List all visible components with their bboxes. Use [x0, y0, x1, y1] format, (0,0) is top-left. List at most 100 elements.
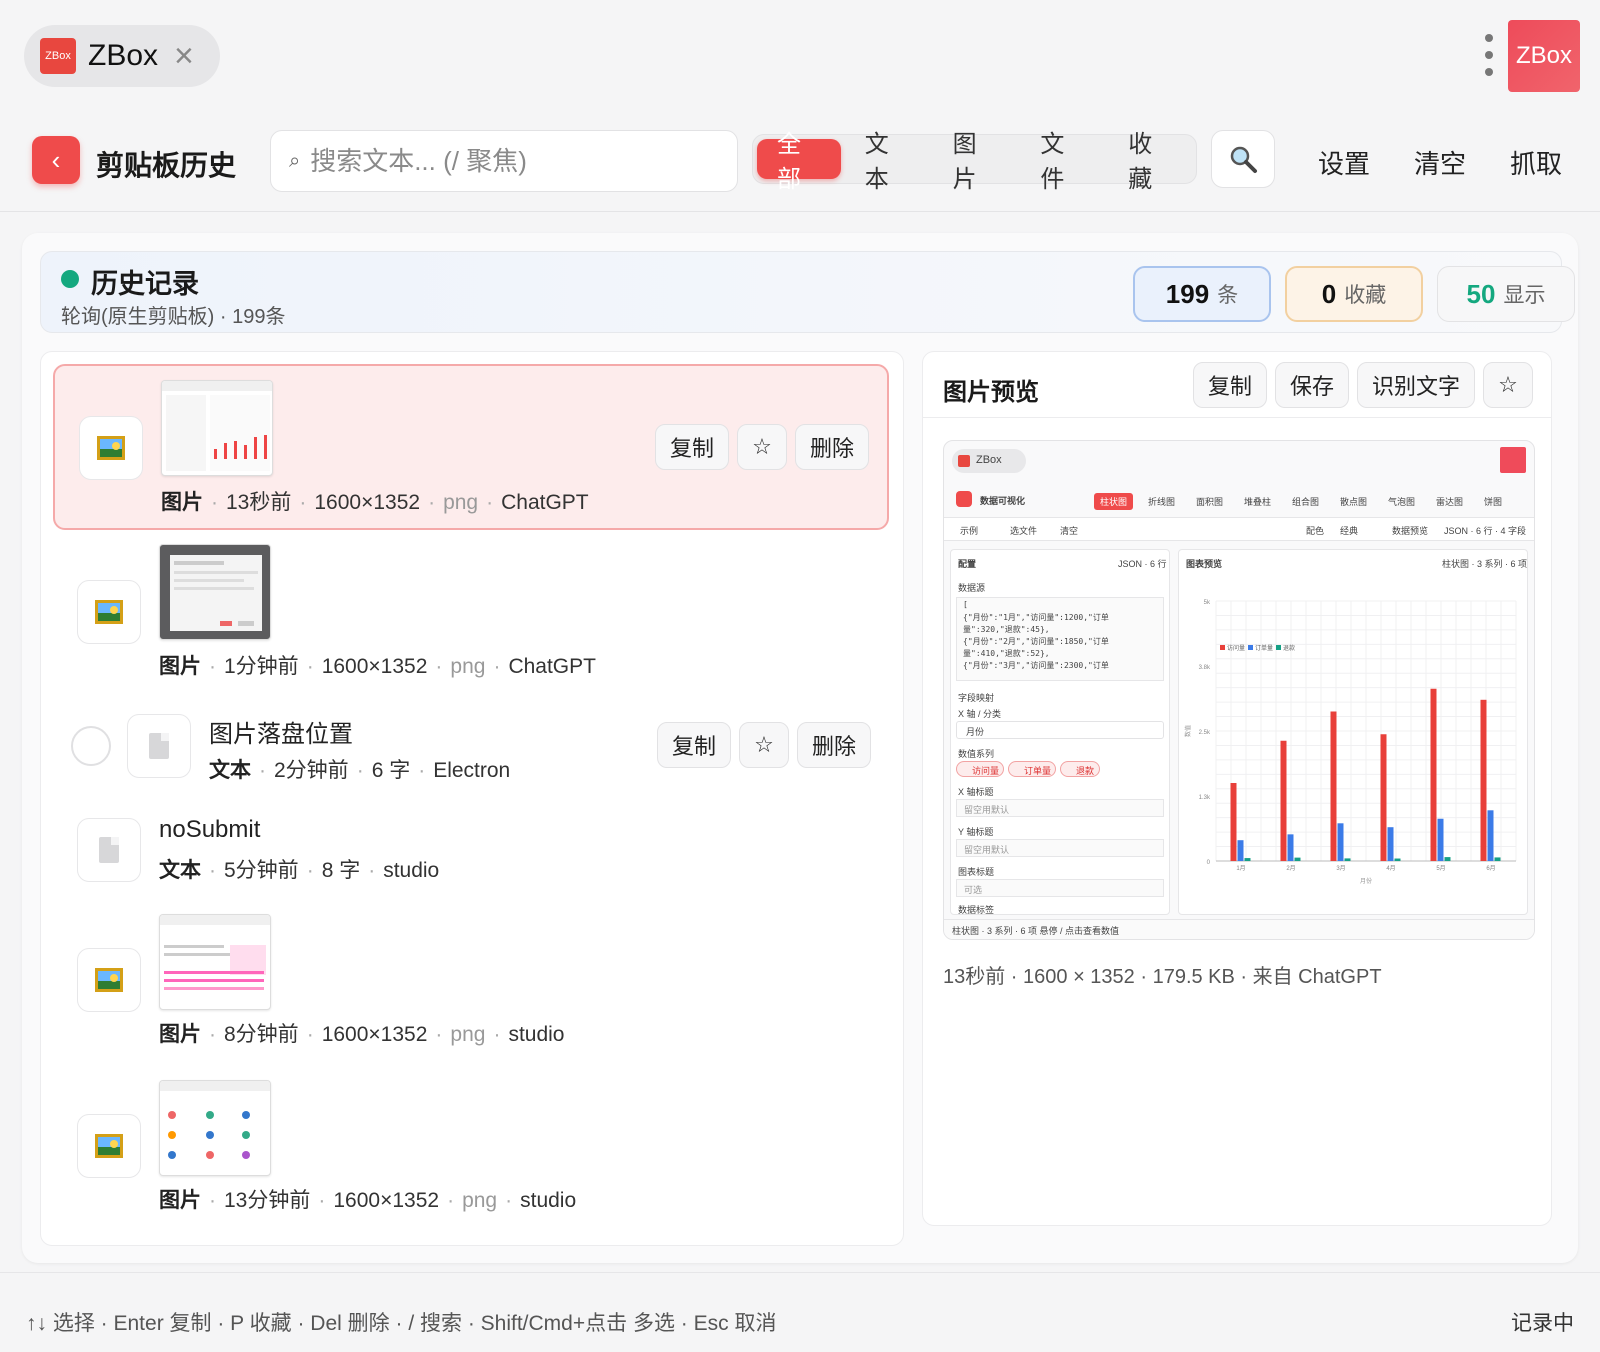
bar: [1244, 858, 1251, 861]
mini-x-select: [956, 721, 1164, 739]
preview-image: ZBox 数据可视化 柱状图 折线图 面积图 堆叠柱 组合图 散点图 气泡图 雷达图 饼图 示例…: [943, 440, 1535, 940]
app-tab[interactable]: ZBox ZBox ×: [24, 25, 220, 87]
item-meta: 文本 · 2分钟前 · 6 字 · Electron: [209, 759, 511, 782]
magnifier-icon: [1230, 146, 1257, 173]
footer: ↑↓ 选择 · Enter 复制 · P 收藏 · Del 删除 · / 搜索 …: [0, 1272, 1600, 1352]
mini-y-title: Y 轴标题: [958, 827, 994, 837]
search-button[interactable]: [1211, 130, 1275, 188]
mini-chart-tab: 雷达图: [1436, 497, 1464, 507]
mini-title: 数据可视化: [980, 496, 1026, 506]
history-list: 图片 · 13秒前 · 1600×1352 · png · ChatGPT 复制 ☆ 删除 图片…: [40, 351, 904, 1246]
list-item[interactable]: 图片 · 1分钟前 · 1600×1352 · png · ChatGPT: [53, 530, 889, 696]
capture-button[interactable]: 抓取: [1510, 144, 1562, 181]
mini-back-button: [956, 491, 972, 507]
x-tick-label: 3月: [1336, 865, 1345, 872]
select-checkbox[interactable]: [71, 726, 111, 766]
close-icon[interactable]: ×: [174, 37, 194, 76]
star-icon[interactable]: ☆: [736, 424, 787, 470]
filter-file[interactable]: 文件: [1020, 131, 1104, 193]
mini-chart-tab: 气泡图: [1388, 497, 1416, 507]
mini-json-box: [ {"月份":"1月","访问量":1200,"订单 量":320,"退款":…: [956, 597, 1164, 681]
search-input[interactable]: [310, 145, 711, 177]
history-subtitle: 轮询(原生剪贴板) · 199条: [61, 306, 286, 328]
delete-button[interactable]: 删除: [794, 424, 869, 470]
mini-sub-clear: 清空: [1060, 526, 1079, 536]
filter-tabs: 全部 文本 图片 文件 收藏: [752, 131, 1197, 193]
history-title: 历史记录: [91, 269, 199, 299]
clear-button[interactable]: 清空: [1414, 144, 1466, 181]
recording-status: 记录中: [1511, 1312, 1574, 1335]
settings-button[interactable]: 设置: [1318, 144, 1370, 181]
item-meta: 图片 · 13分钟前 · 1600×1352 · png · studio: [159, 1189, 577, 1212]
bar-chart: 0 1.3k 2.5k 3.8k 5k 访问量 订单量 退款 1月 2月 3月 4月 5月 6月月份 数值: [1184, 600, 1517, 885]
x-tick-label: 6月: [1486, 865, 1495, 872]
image-thumbnail: [159, 914, 271, 1010]
copy-button[interactable]: 复制: [656, 722, 731, 768]
chevron-left-icon: ‹: [51, 144, 61, 175]
mini-x-value: 月份: [966, 727, 985, 737]
more-menu-icon[interactable]: [1484, 34, 1494, 76]
x-axis-title: 月份: [1360, 877, 1372, 885]
bar: [1437, 818, 1444, 861]
bar: [1444, 857, 1451, 861]
list-item[interactable]: 图片落盘位置 文本 · 2分钟前 · 6 字 · Electron 复制 ☆ 删除: [53, 696, 889, 802]
ocr-button[interactable]: 识别文字: [1356, 362, 1475, 408]
app-logo-icon: ZBox: [40, 38, 76, 74]
bar: [1287, 834, 1294, 861]
brand-logo: ZBox: [1508, 20, 1580, 92]
preview-title: 图片预览: [943, 379, 1039, 406]
bar: [1480, 699, 1487, 861]
mini-placeholder: 可选: [964, 885, 983, 895]
mini-sub-example: 示例: [960, 526, 979, 536]
toolbar: ‹ 剪贴板历史 ⌕ 全部 文本 图片 文件 收藏 设置 清空 抓取: [0, 120, 1600, 212]
legend-swatch: [1248, 645, 1253, 650]
mini-sub-classic: 经典: [1340, 526, 1359, 536]
list-item[interactable]: noSubmit 文本 · 5分钟前 · 8 字 · studio: [53, 802, 889, 908]
search-box[interactable]: ⌕: [270, 130, 738, 192]
page-title: 剪贴板历史: [96, 150, 237, 181]
x-tick-label: 5月: [1436, 865, 1445, 872]
mini-x-label: X 轴 / 分类: [958, 709, 1002, 719]
mini-chart-title: 图表标题: [958, 867, 995, 877]
mini-placeholder: 留空用默认: [964, 805, 1010, 815]
copy-button[interactable]: 复制: [654, 424, 729, 470]
stat-favorites: 0 收藏: [1285, 266, 1423, 322]
mini-sub-json: JSON · 6 行 · 4 字段: [1444, 526, 1527, 536]
delete-button[interactable]: 删除: [796, 722, 871, 768]
y-tick-label: 2.5k: [1199, 730, 1211, 736]
preview-save-button[interactable]: 保存: [1274, 362, 1349, 408]
mini-status-text: 柱状图 · 3 系列 · 6 项 悬停 / 点击查看数值: [952, 926, 1120, 936]
bar: [1487, 810, 1494, 861]
bar: [1430, 688, 1437, 861]
filter-all[interactable]: 全部: [757, 131, 841, 193]
mini-chart-title-input: [956, 879, 1164, 897]
mini-chart-tab: 散点图: [1340, 497, 1368, 507]
stat-shown-unit: 显示: [1503, 284, 1546, 307]
back-button[interactable]: ‹: [32, 136, 80, 184]
title-bar: ZBox ZBox × ZBox: [0, 0, 1600, 120]
list-item[interactable]: 图片 · 13秒前 · 1600×1352 · png · ChatGPT 复制 ☆ 删除: [53, 364, 889, 530]
mini-chart-tab: 堆叠柱: [1244, 497, 1272, 507]
legend-label: 退款: [1283, 644, 1295, 652]
x-tick-label: 2月: [1286, 865, 1295, 872]
legend-swatch: [1220, 645, 1225, 650]
y-tick-label: 1.3k: [1199, 795, 1211, 801]
filter-text[interactable]: 文本: [845, 131, 929, 193]
preview-star-icon[interactable]: ☆: [1483, 362, 1533, 408]
stat-shown: 50 显示: [1437, 266, 1575, 322]
stat-total: 199 条: [1133, 266, 1271, 322]
mini-chart-tab: 组合图: [1292, 497, 1320, 507]
y-tick-label: 5k: [1204, 600, 1211, 606]
mini-series-label: 数值系列: [958, 749, 995, 759]
bar: [1230, 783, 1237, 861]
preview-copy-button[interactable]: 复制: [1192, 362, 1267, 408]
image-thumbnail: [159, 1080, 271, 1176]
mini-config-title: 配置: [958, 559, 977, 569]
item-meta: 图片 · 13秒前 · 1600×1352 · png · ChatGPT: [161, 491, 589, 514]
list-item[interactable]: 图片 · 8分钟前 · 1600×1352 · png · studio: [53, 902, 889, 1068]
filter-image[interactable]: 图片: [933, 131, 1017, 193]
filter-favorite[interactable]: 收藏: [1108, 131, 1192, 193]
bar: [1237, 840, 1244, 861]
list-item[interactable]: 图片 · 13分钟前 · 1600×1352 · png · studio: [53, 1070, 889, 1236]
star-icon[interactable]: ☆: [738, 722, 789, 768]
